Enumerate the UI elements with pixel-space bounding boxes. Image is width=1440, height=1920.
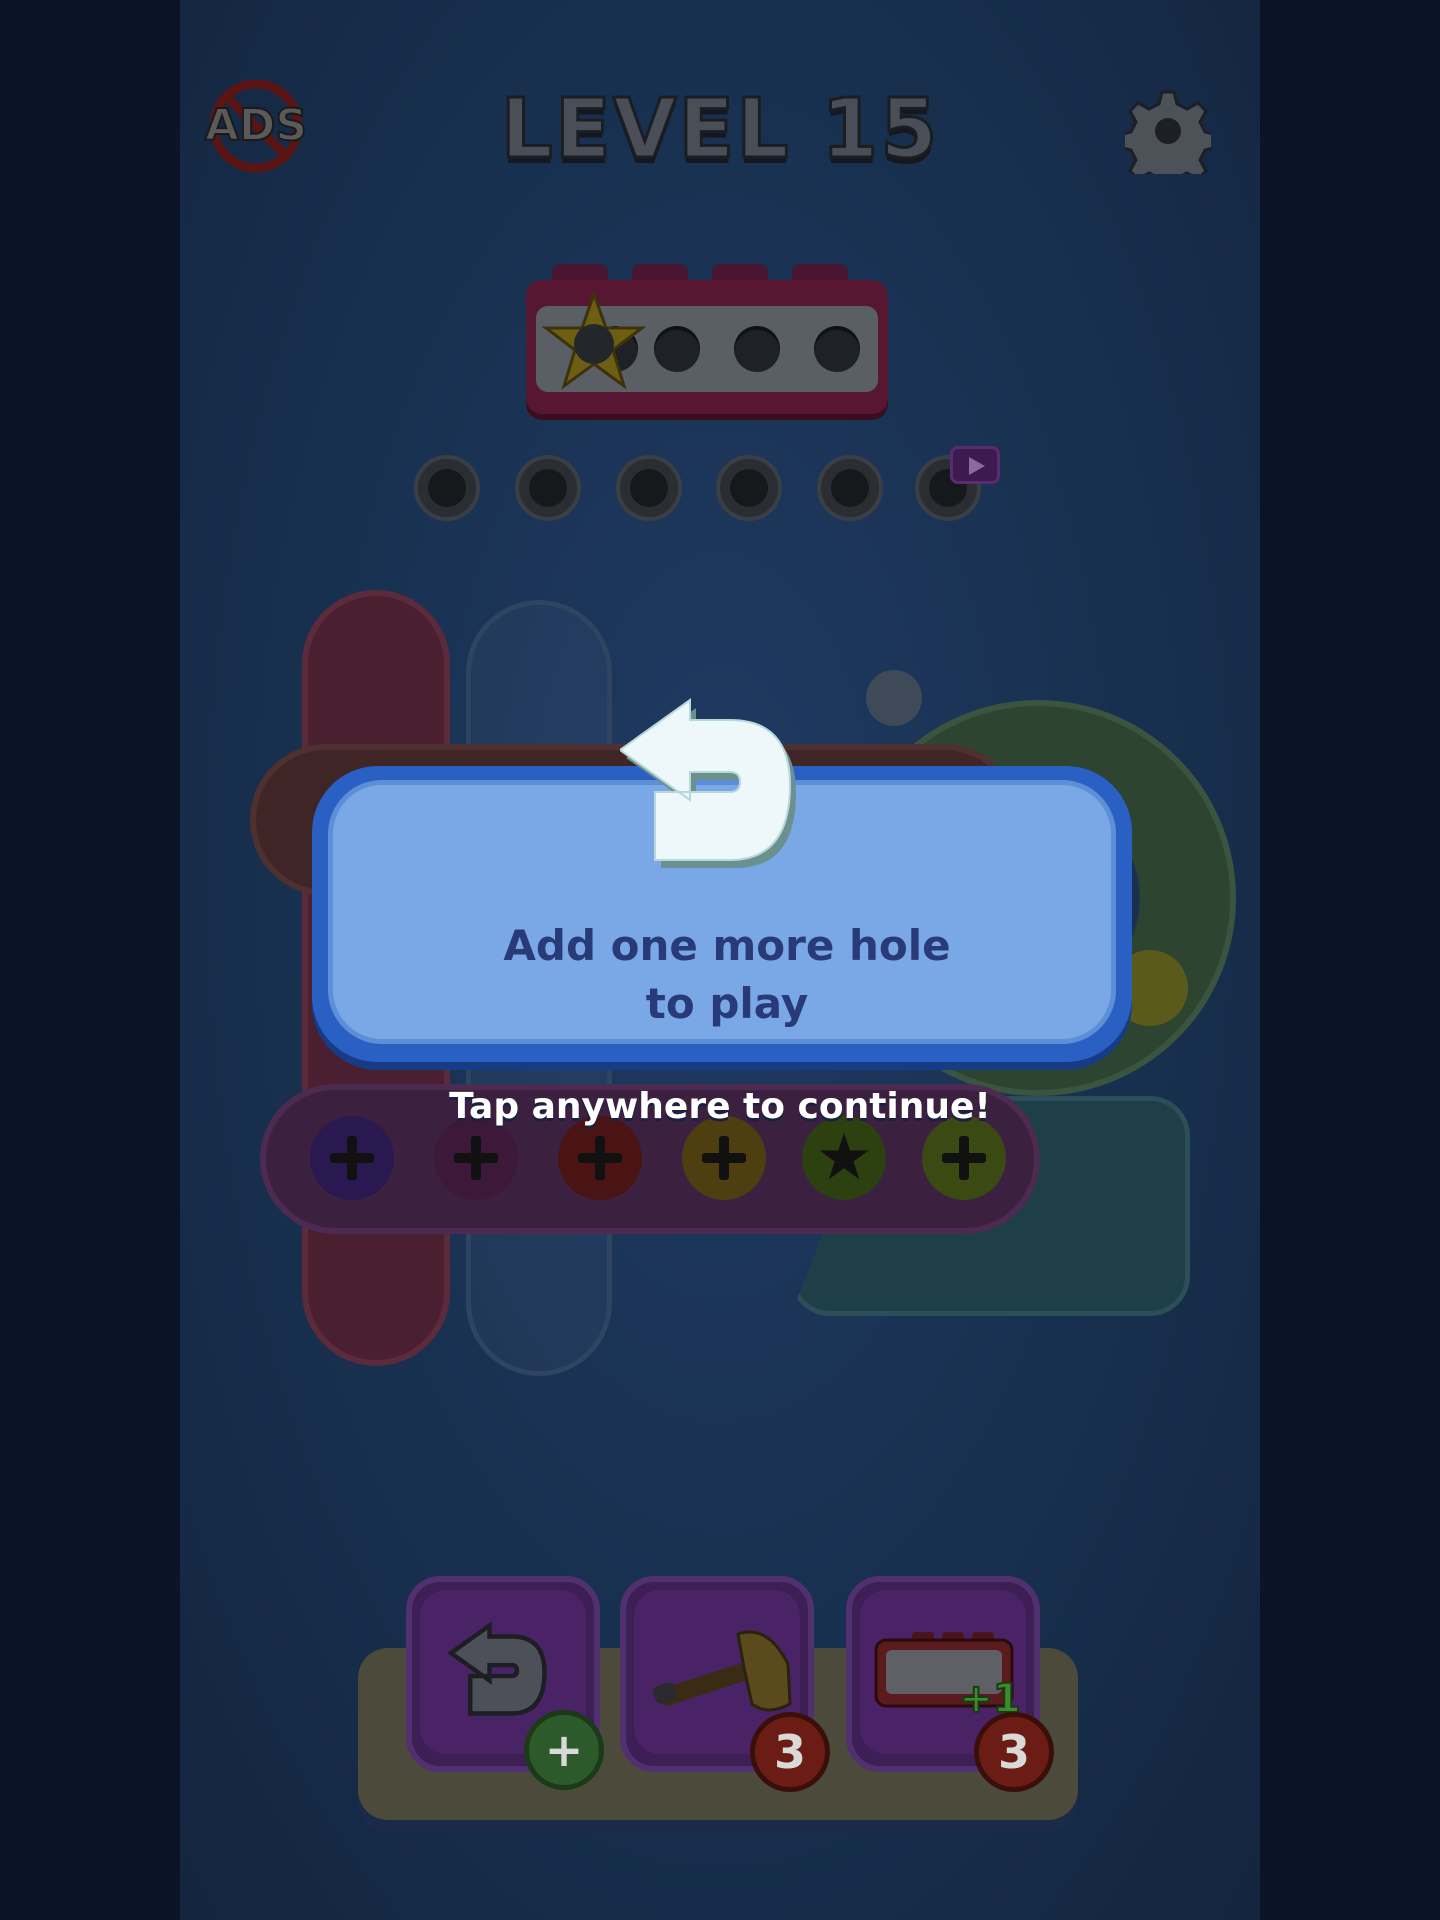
screw-red[interactable]: [558, 1116, 642, 1200]
popup-message: Add one more hole to play: [503, 921, 951, 1028]
empty-slot: [616, 455, 682, 521]
screw-lime[interactable]: [922, 1116, 1006, 1200]
empty-slot: [515, 455, 581, 521]
box-hole: [814, 326, 860, 372]
hole-box: [526, 264, 888, 414]
undo-arrow-icon: [618, 690, 820, 890]
screw-yellow[interactable]: [682, 1116, 766, 1200]
grey-dot: [866, 670, 922, 726]
undo-plus-badge: +: [524, 1710, 604, 1790]
game-board[interactable]: ADS LEVEL 15 ★ Add one more hole to play…: [180, 0, 1260, 1920]
video-play-icon[interactable]: [950, 446, 1000, 484]
level-title: LEVEL 15: [499, 81, 940, 179]
box-hole: [734, 326, 780, 372]
right-margin: [1260, 0, 1440, 1920]
left-margin: [0, 0, 180, 1920]
empty-slot: [817, 455, 883, 521]
screw-purple[interactable]: [310, 1116, 394, 1200]
settings-button[interactable]: [1117, 88, 1219, 192]
screw-magenta[interactable]: [434, 1116, 518, 1200]
empty-slot: [414, 455, 480, 521]
add-hole-count-badge: 3: [974, 1712, 1054, 1792]
empty-slot: [716, 455, 782, 521]
empty-slots-row: [180, 455, 1260, 527]
hole-box-plus-icon: +1: [874, 1632, 1022, 1722]
box-hole: [654, 326, 700, 372]
star-icon: ★: [815, 1121, 873, 1195]
hammer-count-badge: 3: [750, 1712, 830, 1792]
gear-icon: [1117, 90, 1219, 192]
screw-star-green[interactable]: ★: [802, 1116, 886, 1200]
star-icon: [542, 290, 646, 390]
continue-hint[interactable]: Tap anywhere to continue!: [180, 1086, 1260, 1127]
